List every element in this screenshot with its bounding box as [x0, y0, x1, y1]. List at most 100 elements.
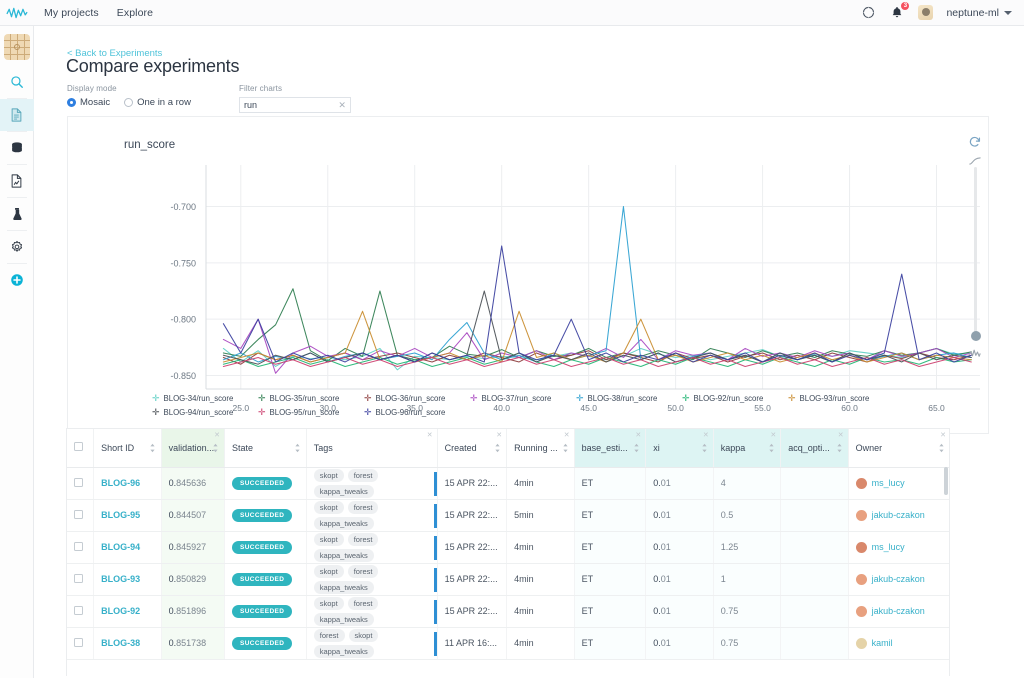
- legend-item[interactable]: ✛BLOG-92/run_score: [682, 394, 788, 403]
- tag[interactable]: kappa_tweaks: [314, 645, 374, 658]
- tag[interactable]: forest: [348, 597, 379, 610]
- radio-one-in-a-row[interactable]: One in a row: [124, 97, 191, 108]
- legend-item[interactable]: ✛BLOG-94/run_score: [152, 408, 258, 417]
- tag[interactable]: forest: [348, 501, 379, 514]
- tag[interactable]: forest: [348, 565, 379, 578]
- legend-item[interactable]: ✛BLOG-36/run_score: [364, 394, 470, 403]
- close-icon[interactable]: ✕: [338, 101, 346, 110]
- close-icon[interactable]: ✕: [770, 432, 776, 439]
- vertical-scrollbar[interactable]: [944, 467, 948, 495]
- sort-icon[interactable]: [294, 443, 301, 453]
- short-id-cell[interactable]: BLOG-94: [94, 531, 161, 563]
- run-score-line-chart[interactable]: -0.700-0.750-0.800-0.85025.030.035.040.0…: [68, 117, 990, 435]
- avatar[interactable]: [918, 5, 933, 20]
- filter-charts-input[interactable]: [244, 100, 336, 110]
- row-select-cell[interactable]: [67, 627, 94, 659]
- owner-link[interactable]: kamil: [872, 638, 893, 648]
- rail-notebooks[interactable]: [0, 165, 34, 197]
- nav-explore[interactable]: Explore: [117, 7, 153, 19]
- smoothing-slider-handle[interactable]: [971, 331, 981, 341]
- sort-icon[interactable]: [149, 443, 156, 453]
- row-select-cell[interactable]: [67, 531, 94, 563]
- sort-icon[interactable]: [938, 443, 945, 453]
- short-id-link[interactable]: BLOG-92: [101, 606, 140, 616]
- sort-icon[interactable]: [836, 443, 843, 453]
- tag[interactable]: skopt: [314, 533, 344, 546]
- table-row[interactable]: BLOG-380.851738SUCCEEDEDforestskoptkappa…: [67, 627, 950, 659]
- tag[interactable]: kappa_tweaks: [314, 581, 374, 594]
- legend-item[interactable]: ✛BLOG-37/run_score: [470, 394, 576, 403]
- row-checkbox[interactable]: [74, 478, 83, 487]
- col-tags[interactable]: Tags✕: [306, 429, 437, 467]
- close-icon[interactable]: ✕: [635, 432, 641, 439]
- close-icon[interactable]: ✕: [496, 432, 502, 439]
- tag[interactable]: skopt: [349, 629, 379, 642]
- table-row[interactable]: BLOG-950.844507SUCCEEDEDskoptforestkappa…: [67, 499, 950, 531]
- short-id-cell[interactable]: BLOG-38: [94, 627, 161, 659]
- tag[interactable]: forest: [314, 629, 345, 642]
- owner-link[interactable]: jakub-czakon: [872, 606, 925, 616]
- tag[interactable]: kappa_tweaks: [314, 517, 374, 530]
- row-select-cell[interactable]: [67, 467, 94, 499]
- legend-item[interactable]: ✛BLOG-38/run_score: [576, 394, 682, 403]
- user-menu[interactable]: neptune-ml: [946, 7, 1012, 19]
- table-row[interactable]: BLOG-960.845636SUCCEEDEDskoptforestkappa…: [67, 467, 950, 499]
- tag[interactable]: skopt: [314, 565, 344, 578]
- short-id-link[interactable]: BLOG-38: [101, 638, 140, 648]
- short-id-link[interactable]: BLOG-95: [101, 510, 140, 520]
- short-id-link[interactable]: BLOG-96: [101, 478, 140, 488]
- legend-item[interactable]: ✛BLOG-93/run_score: [788, 394, 894, 403]
- tag[interactable]: skopt: [314, 597, 344, 610]
- filter-charts-box[interactable]: ✕: [239, 97, 351, 113]
- short-id-cell[interactable]: BLOG-95: [94, 499, 161, 531]
- reset-zoom-icon[interactable]: [968, 135, 982, 149]
- col-owner[interactable]: Owner✕: [848, 429, 950, 467]
- row-checkbox[interactable]: [74, 542, 83, 551]
- col-running[interactable]: Running ...✕: [507, 429, 574, 467]
- radio-mosaic[interactable]: Mosaic: [67, 97, 110, 108]
- row-checkbox[interactable]: [74, 638, 83, 647]
- tag[interactable]: skopt: [314, 501, 344, 514]
- row-checkbox[interactable]: [74, 510, 83, 519]
- legend-item[interactable]: ✛BLOG-96/run_score: [364, 408, 470, 417]
- close-icon[interactable]: ✕: [703, 432, 709, 439]
- owner-link[interactable]: ms_lucy: [872, 542, 905, 552]
- sort-icon[interactable]: [701, 443, 708, 453]
- tag[interactable]: forest: [348, 469, 379, 482]
- col-short-id[interactable]: Short ID: [94, 429, 161, 467]
- row-checkbox[interactable]: [74, 574, 83, 583]
- close-icon[interactable]: ✕: [427, 432, 433, 439]
- neptune-wave-logo[interactable]: [0, 6, 34, 20]
- rail-data[interactable]: [0, 132, 34, 164]
- row-select-cell[interactable]: [67, 499, 94, 531]
- col-xi[interactable]: xi✕: [646, 429, 713, 467]
- sort-icon[interactable]: [633, 443, 640, 453]
- legend-item[interactable]: ✛BLOG-34/run_score: [152, 394, 258, 403]
- row-select-cell[interactable]: [67, 595, 94, 627]
- table-row[interactable]: BLOG-930.850829SUCCEEDEDskoptforestkappa…: [67, 563, 950, 595]
- col-created[interactable]: Created✕: [437, 429, 507, 467]
- raw-line-icon[interactable]: [968, 345, 982, 359]
- rail-lab[interactable]: [0, 198, 34, 230]
- owner-link[interactable]: jakub-czakon: [872, 510, 925, 520]
- help-circle-icon[interactable]: [860, 5, 876, 21]
- close-icon[interactable]: ✕: [940, 432, 946, 439]
- close-icon[interactable]: ✕: [838, 432, 844, 439]
- nav-my-projects[interactable]: My projects: [44, 7, 99, 19]
- tag[interactable]: skopt: [314, 469, 344, 482]
- tag[interactable]: kappa_tweaks: [314, 485, 374, 498]
- owner-link[interactable]: ms_lucy: [872, 478, 905, 488]
- close-icon[interactable]: ✕: [564, 432, 570, 439]
- rail-search[interactable]: [0, 66, 34, 98]
- legend-item[interactable]: ✛BLOG-35/run_score: [258, 394, 364, 403]
- col-state[interactable]: State: [224, 429, 306, 467]
- smoothing-slider[interactable]: [974, 167, 977, 339]
- owner-link[interactable]: jakub-czakon: [872, 574, 925, 584]
- col-base-estimator[interactable]: base_esti...✕: [574, 429, 646, 467]
- row-select-cell[interactable]: [67, 563, 94, 595]
- sort-icon[interactable]: [768, 443, 775, 453]
- rail-experiments[interactable]: [0, 99, 34, 131]
- col-kappa[interactable]: kappa✕: [713, 429, 780, 467]
- smooth-curve-icon[interactable]: [968, 154, 982, 168]
- short-id-link[interactable]: BLOG-93: [101, 574, 140, 584]
